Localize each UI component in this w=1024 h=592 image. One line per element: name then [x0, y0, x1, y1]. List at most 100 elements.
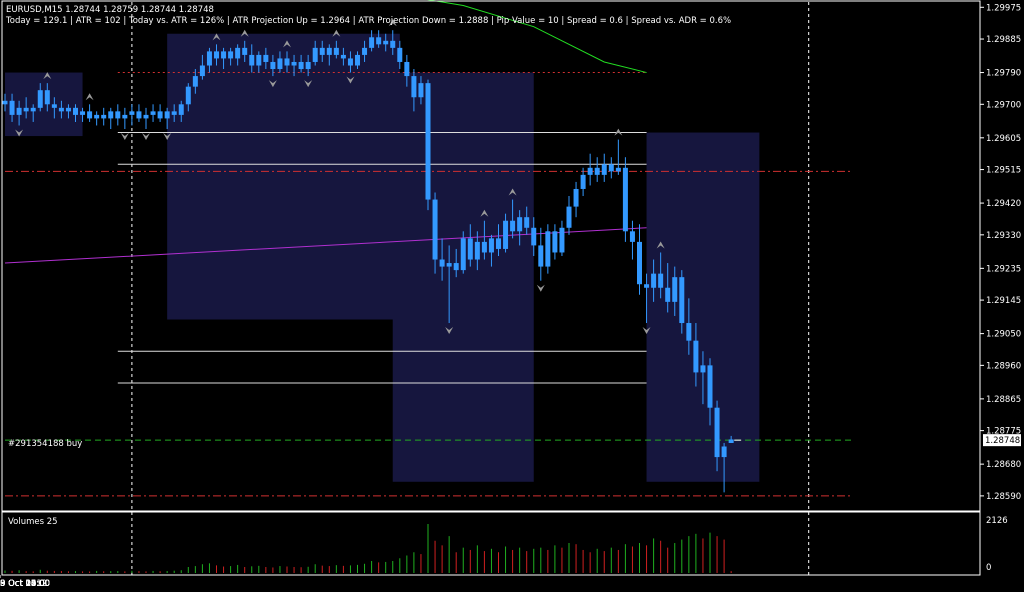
- candle-body[interactable]: [164, 111, 170, 119]
- candle-body[interactable]: [601, 164, 607, 175]
- candle-body[interactable]: [453, 263, 459, 271]
- candle-body[interactable]: [376, 37, 382, 45]
- candle-body[interactable]: [16, 107, 22, 115]
- order-label[interactable]: #291354188 buy: [8, 439, 82, 449]
- candle-body[interactable]: [728, 439, 734, 443]
- candle-body[interactable]: [481, 241, 487, 253]
- candle-body[interactable]: [404, 61, 410, 77]
- candle-body[interactable]: [531, 227, 537, 246]
- candle-body[interactable]: [679, 277, 685, 324]
- candle-body[interactable]: [425, 83, 431, 200]
- candle-body[interactable]: [221, 51, 227, 59]
- candle-body[interactable]: [249, 54, 255, 66]
- candle-body[interactable]: [510, 220, 516, 232]
- candle-body[interactable]: [185, 86, 191, 105]
- candle-body[interactable]: [319, 47, 325, 55]
- candle-body[interactable]: [496, 238, 501, 249]
- candle-body[interactable]: [270, 61, 276, 70]
- candle-body[interactable]: [467, 238, 473, 260]
- candle-body[interactable]: [362, 47, 368, 55]
- candle-body[interactable]: [143, 114, 149, 119]
- candle-body[interactable]: [714, 407, 720, 458]
- candle-body[interactable]: [340, 54, 346, 59]
- candle-body[interactable]: [136, 111, 142, 119]
- candle-body[interactable]: [171, 111, 177, 115]
- candle-body[interactable]: [686, 323, 692, 341]
- candle-body[interactable]: [545, 231, 551, 267]
- candle-body[interactable]: [347, 58, 353, 66]
- candle-body[interactable]: [2, 100, 8, 105]
- candle-body[interactable]: [157, 111, 163, 119]
- candle-body[interactable]: [206, 51, 212, 66]
- candle-body[interactable]: [587, 167, 593, 175]
- candle-body[interactable]: [214, 51, 219, 59]
- candle-body[interactable]: [305, 61, 311, 70]
- candle-body[interactable]: [439, 259, 445, 267]
- candle-body[interactable]: [150, 111, 156, 115]
- candle-body[interactable]: [87, 111, 93, 119]
- candle-body[interactable]: [446, 263, 452, 267]
- candle-body[interactable]: [178, 104, 184, 115]
- candle-body[interactable]: [644, 284, 650, 288]
- candle-body[interactable]: [474, 241, 480, 260]
- candle-body[interactable]: [355, 54, 360, 66]
- candle-body[interactable]: [580, 174, 586, 189]
- candle-body[interactable]: [637, 241, 642, 285]
- candle-body[interactable]: [9, 100, 15, 115]
- candle-body[interactable]: [73, 107, 78, 115]
- candle-body[interactable]: [594, 167, 600, 175]
- candle-body[interactable]: [199, 65, 205, 77]
- candle-body[interactable]: [721, 446, 727, 458]
- candle-body[interactable]: [488, 238, 494, 253]
- candle-body[interactable]: [658, 273, 664, 288]
- candle-body[interactable]: [629, 231, 635, 242]
- candle-body[interactable]: [263, 54, 269, 62]
- candle-body[interactable]: [559, 227, 565, 253]
- candle-body[interactable]: [411, 76, 417, 98]
- candle-body[interactable]: [615, 167, 621, 172]
- candle-body[interactable]: [538, 245, 544, 267]
- candle-body[interactable]: [517, 217, 523, 232]
- candle-body[interactable]: [460, 238, 466, 271]
- candle-body[interactable]: [503, 220, 509, 249]
- candle-body[interactable]: [552, 231, 558, 253]
- candle-body[interactable]: [242, 47, 248, 55]
- candle-body[interactable]: [622, 167, 628, 232]
- candle-body[interactable]: [432, 199, 438, 260]
- candle-body[interactable]: [94, 114, 100, 119]
- candle-body[interactable]: [58, 107, 64, 112]
- candle-body[interactable]: [80, 111, 86, 115]
- candle-body[interactable]: [51, 104, 57, 108]
- candle-body[interactable]: [298, 61, 304, 70]
- candle-body[interactable]: [312, 47, 318, 62]
- candle-body[interactable]: [65, 107, 71, 112]
- candle-body[interactable]: [573, 188, 579, 207]
- candle-body[interactable]: [108, 111, 114, 119]
- candle-body[interactable]: [369, 37, 375, 48]
- candle-body[interactable]: [418, 83, 424, 98]
- candle-body[interactable]: [277, 58, 283, 70]
- candle-body[interactable]: [291, 61, 297, 66]
- candle-body[interactable]: [524, 217, 530, 228]
- candle-body[interactable]: [30, 107, 36, 112]
- candle-body[interactable]: [693, 340, 699, 373]
- candle-body[interactable]: [383, 40, 389, 45]
- candle-body[interactable]: [326, 47, 332, 55]
- candle-body[interactable]: [37, 90, 43, 108]
- candle-body[interactable]: [608, 164, 614, 172]
- candle-body[interactable]: [235, 47, 241, 59]
- candle-body[interactable]: [44, 90, 50, 105]
- candle-body[interactable]: [23, 107, 29, 112]
- candle-body[interactable]: [256, 54, 262, 66]
- candle-body[interactable]: [333, 47, 339, 55]
- candle-body[interactable]: [101, 114, 107, 119]
- candle-body[interactable]: [390, 40, 396, 48]
- candle-body[interactable]: [665, 287, 671, 302]
- candle-body[interactable]: [129, 111, 135, 115]
- candle-body[interactable]: [228, 51, 234, 59]
- candle-body[interactable]: [115, 111, 121, 119]
- candle-body[interactable]: [651, 273, 657, 288]
- candle-body[interactable]: [707, 365, 713, 408]
- candle-body[interactable]: [122, 114, 128, 119]
- candle-body[interactable]: [700, 365, 706, 373]
